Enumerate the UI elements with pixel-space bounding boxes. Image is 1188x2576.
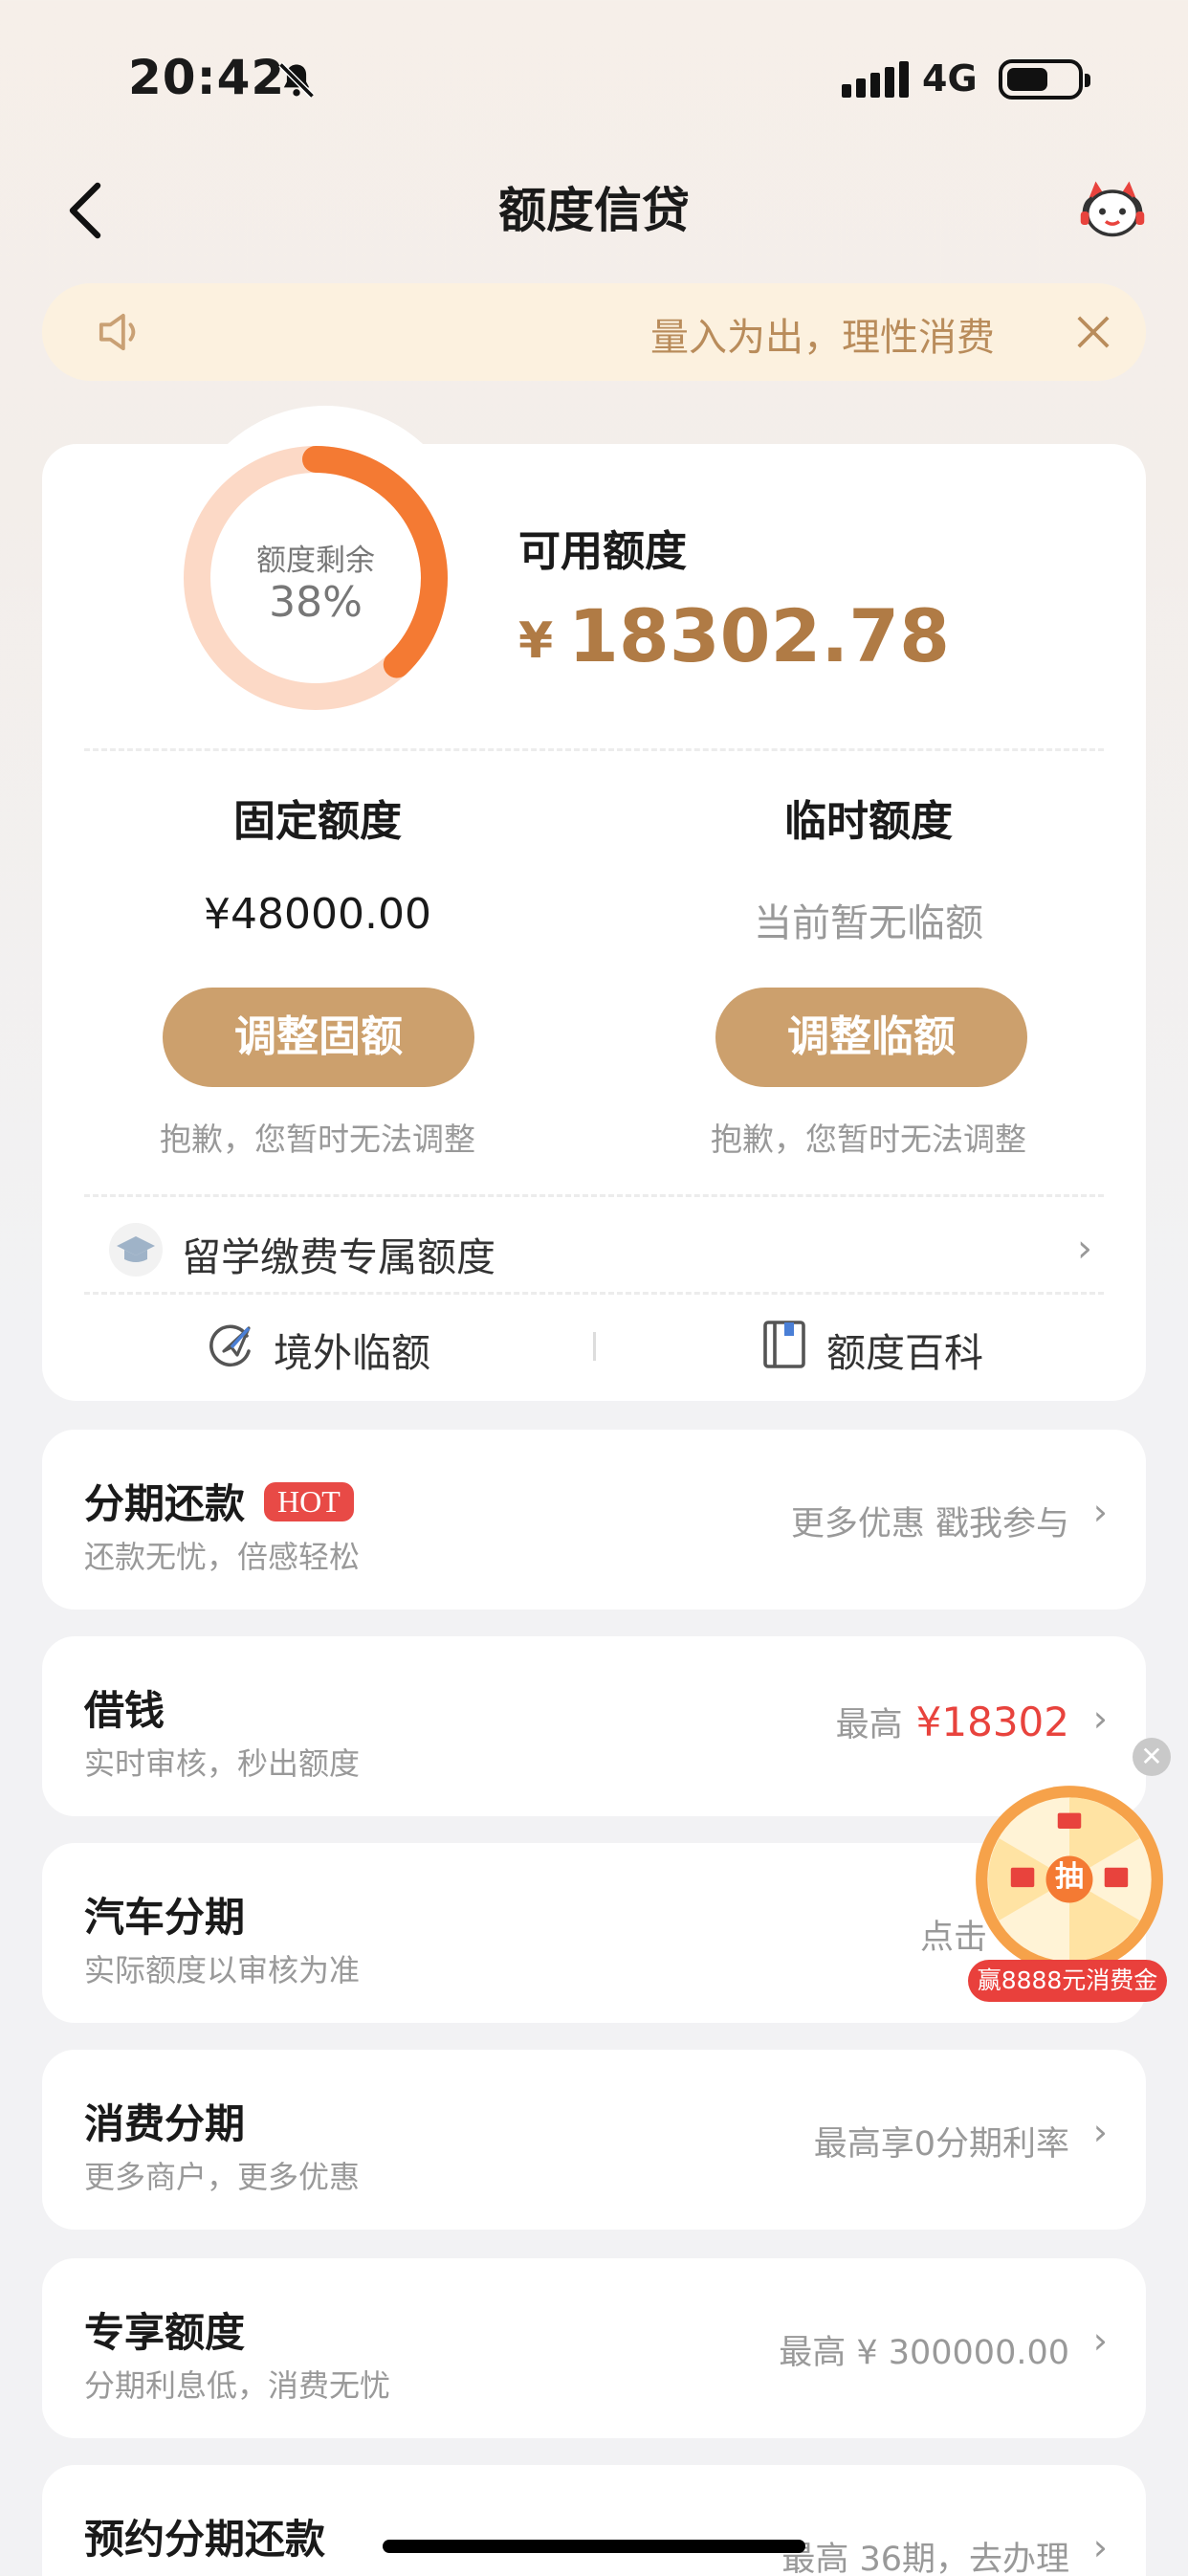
card-subtitle: 分期利息低，消费无忧	[84, 2367, 391, 2404]
book-icon	[763, 1321, 805, 1368]
fixed-adjust-note: 抱歉，您暂时无法调整	[160, 1121, 475, 1158]
notice-bar: 量入为出，理性消费	[42, 283, 1146, 381]
chevron-right-icon: ›	[1092, 2320, 1108, 2362]
card-title: 分期还款	[84, 1480, 246, 1527]
overseas-plane-icon	[209, 1324, 251, 1367]
card-right-text: 更多优惠 戳我参与	[790, 1505, 1069, 1543]
battery-icon	[999, 59, 1090, 100]
speaker-icon	[99, 313, 136, 351]
card-title: 借钱	[84, 1687, 165, 1734]
adjust-temporary-button[interactable]: 调整临额	[715, 988, 1027, 1087]
remaining-label: 额度剩余	[256, 544, 375, 578]
card-subtitle: 还款无忧，倍感轻松	[84, 1539, 361, 1575]
available-credit-label: 可用额度	[518, 527, 687, 576]
lottery-center-label: 抽	[1055, 1860, 1084, 1894]
chevron-right-icon: ›	[1092, 1491, 1108, 1533]
mute-bell-icon	[278, 62, 315, 99]
scheduled-installment-card[interactable]: 预约分期还款 自动分期，省时省心 最高 36期，去办理 ›	[42, 2465, 1146, 2576]
temporary-credit-value: 当前暂无临额	[754, 901, 983, 945]
card-right-prefix: 最高	[835, 1706, 903, 1744]
page-title: 额度信贷	[498, 183, 690, 238]
card-subtitle: 实际额度以审核为准	[84, 1952, 361, 1988]
divider	[84, 748, 1104, 751]
card-subtitle: 实时审核，秒出额度	[84, 1745, 361, 1782]
max-loan-amount: ¥18302	[915, 1699, 1069, 1745]
consumer-installment-card[interactable]: 消费分期 更多商户，更多优惠 最高享0分期利率 ›	[42, 2050, 1146, 2230]
fixed-credit-title: 固定额度	[233, 797, 402, 846]
divider	[84, 1194, 1104, 1197]
chevron-right-icon: ›	[1092, 1698, 1108, 1740]
study-abroad-credit-link[interactable]: 留学缴费专属额度	[182, 1225, 495, 1282]
notice-text: 量入为出，理性消费	[650, 316, 995, 360]
card-subtitle: 自动分期，省时省心	[84, 2568, 360, 2576]
card-title: 汽车分期	[84, 1894, 246, 1941]
card-title: 消费分期	[84, 2100, 246, 2147]
exclusive-credit-card[interactable]: 专享额度 分期利息低，消费无忧 最高 ¥ 300000.00 ›	[42, 2258, 1146, 2438]
temporary-adjust-note: 抱歉，您暂时无法调整	[711, 1121, 1026, 1158]
temporary-credit-title: 临时额度	[784, 797, 953, 846]
overseas-temp-credit-link[interactable]: 境外临额	[274, 1321, 430, 1378]
signal-icon	[842, 59, 909, 98]
lottery-prize-badge[interactable]: 赢8888元消费金	[968, 1960, 1167, 2002]
chevron-right-icon: ›	[1077, 1227, 1092, 1271]
card-title: 专享额度	[84, 2309, 246, 2356]
card-subtitle: 更多商户，更多优惠	[84, 2159, 361, 2195]
remaining-percent: 38%	[269, 578, 363, 627]
status-time: 20:42	[128, 50, 286, 105]
graduation-cap-icon	[109, 1223, 163, 1277]
available-credit-amount: 18302.78	[568, 593, 951, 678]
chevron-right-icon: ›	[1092, 2111, 1108, 2153]
credit-encyclopedia-link[interactable]: 额度百科	[826, 1321, 983, 1378]
home-indicator	[383, 2540, 805, 2553]
chevron-right-icon: ›	[1092, 2526, 1108, 2568]
separator	[593, 1332, 596, 1361]
close-widget-icon[interactable]: ✕	[1133, 1738, 1171, 1776]
card-right-text: 最高 ¥ 300000.00	[779, 2334, 1069, 2372]
adjust-fixed-button[interactable]: 调整固额	[163, 988, 474, 1087]
close-icon[interactable]	[1075, 314, 1111, 350]
fixed-credit-value: ¥48000.00	[204, 890, 431, 939]
card-right-text: 最高享0分期利率	[813, 2125, 1069, 2164]
divider	[84, 1292, 1104, 1295]
customer-service-mascot-icon[interactable]	[1079, 178, 1146, 245]
network-type: 4G	[922, 57, 978, 100]
card-title: 预约分期还款	[84, 2516, 326, 2563]
installment-repayment-card[interactable]: 分期还款 HOT 还款无忧，倍感轻松 更多优惠 戳我参与 ›	[42, 1430, 1146, 1610]
hot-badge: HOT	[264, 1482, 354, 1521]
card-right-text: 最高 36期，去办理	[781, 2541, 1069, 2576]
currency-symbol: ¥	[518, 612, 554, 670]
